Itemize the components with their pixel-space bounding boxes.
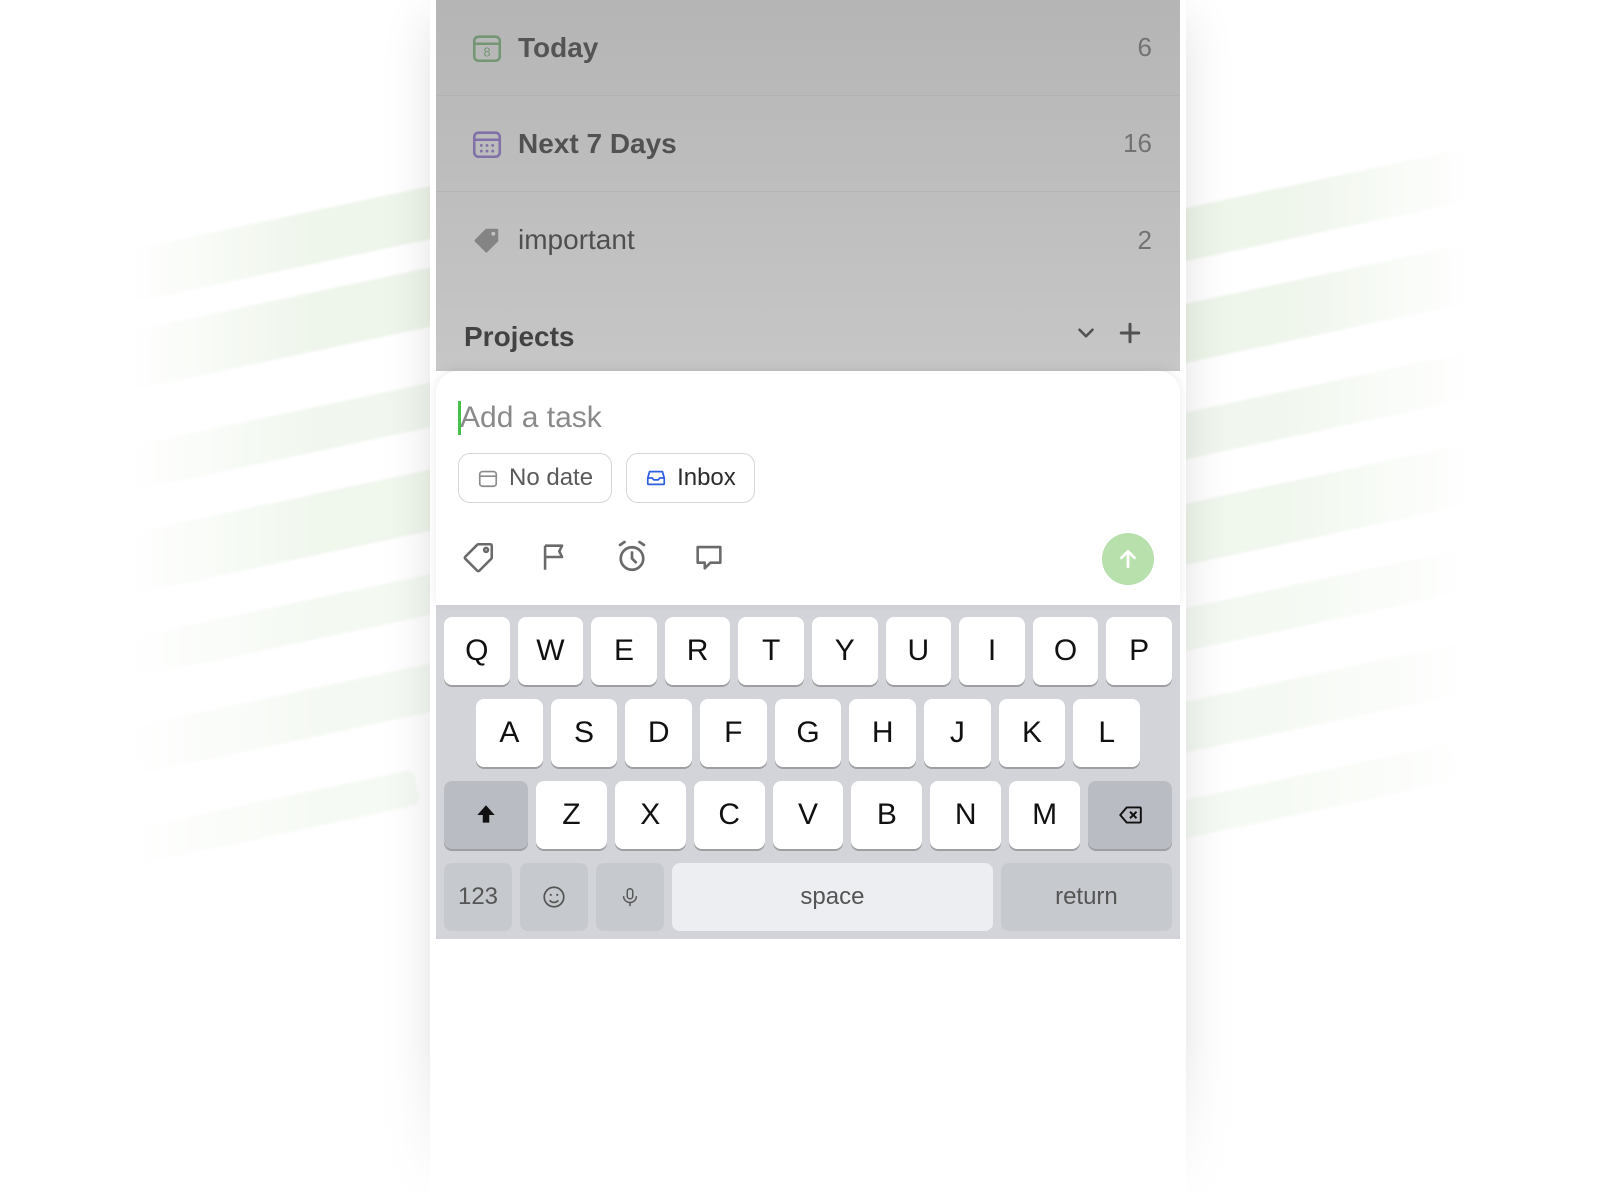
list-item-count: 6 [1138, 32, 1152, 63]
calendar-icon [477, 467, 499, 489]
key-y[interactable]: Y [812, 617, 878, 685]
due-date-chip[interactable]: No date [458, 453, 612, 503]
list-item-tag-important[interactable]: important 2 [436, 192, 1180, 288]
key-m[interactable]: M [1009, 781, 1080, 849]
key-v[interactable]: V [773, 781, 844, 849]
key-u[interactable]: U [886, 617, 952, 685]
space-key[interactable]: space [672, 863, 993, 931]
key-a[interactable]: A [476, 699, 543, 767]
key-t[interactable]: T [738, 617, 804, 685]
key-z[interactable]: Z [536, 781, 607, 849]
phone-frame: 8 Today 6 Next 7 Days 16 [436, 0, 1180, 1200]
key-r[interactable]: R [665, 617, 731, 685]
destination-list-chip[interactable]: Inbox [626, 453, 755, 503]
text-cursor [458, 401, 461, 435]
return-key[interactable]: return [1001, 863, 1172, 931]
key-n[interactable]: N [930, 781, 1001, 849]
list-item-next7days[interactable]: Next 7 Days 16 [436, 96, 1180, 192]
tag-button[interactable] [462, 540, 496, 579]
key-k[interactable]: K [999, 699, 1066, 767]
key-w[interactable]: W [518, 617, 584, 685]
destination-list-chip-label: Inbox [677, 464, 736, 492]
key-x[interactable]: X [615, 781, 686, 849]
key-c[interactable]: C [694, 781, 765, 849]
task-title-placeholder: Add a task [460, 401, 602, 434]
key-p[interactable]: P [1106, 617, 1172, 685]
list-item-label: Today [510, 32, 1138, 64]
backspace-key[interactable] [1088, 781, 1172, 849]
quick-add-task-sheet: Add a task No date Inbox [436, 371, 1180, 605]
reminder-alarm-button[interactable] [614, 539, 650, 580]
submit-task-button[interactable] [1102, 533, 1154, 585]
key-j[interactable]: J [924, 699, 991, 767]
smart-lists: 8 Today 6 Next 7 Days 16 [436, 0, 1180, 371]
chevron-down-icon[interactable] [1064, 320, 1108, 353]
key-i[interactable]: I [959, 617, 1025, 685]
section-header-label: Projects [464, 321, 1064, 353]
calendar-week-icon [464, 127, 510, 161]
emoji-keyboard-key[interactable] [520, 863, 588, 931]
key-o[interactable]: O [1033, 617, 1099, 685]
key-h[interactable]: H [849, 699, 916, 767]
numeric-keyboard-key[interactable]: 123 [444, 863, 512, 931]
key-q[interactable]: Q [444, 617, 510, 685]
list-item-label: important [510, 224, 1138, 256]
dictation-key[interactable] [596, 863, 664, 931]
list-item-count: 16 [1123, 128, 1152, 159]
shift-key[interactable] [444, 781, 528, 849]
section-header-projects[interactable]: Projects [436, 288, 1180, 371]
add-project-button[interactable] [1108, 318, 1152, 355]
key-l[interactable]: L [1073, 699, 1140, 767]
svg-text:8: 8 [483, 44, 490, 59]
priority-flag-button[interactable] [538, 540, 572, 579]
decorative-brush [120, 769, 421, 867]
inbox-icon [645, 467, 667, 489]
key-e[interactable]: E [591, 617, 657, 685]
key-f[interactable]: F [700, 699, 767, 767]
list-item-count: 2 [1138, 225, 1152, 256]
key-d[interactable]: D [625, 699, 692, 767]
key-s[interactable]: S [551, 699, 618, 767]
list-item-today[interactable]: 8 Today 6 [436, 0, 1180, 96]
due-date-chip-label: No date [509, 464, 593, 492]
calendar-today-icon: 8 [464, 31, 510, 65]
list-item-label: Next 7 Days [510, 128, 1123, 160]
key-b[interactable]: B [851, 781, 922, 849]
ios-keyboard: QWERTYUIOP ASDFGHJKL ZXCVBNM 123 space r… [436, 605, 1180, 939]
key-g[interactable]: G [775, 699, 842, 767]
task-title-input[interactable]: Add a task [458, 397, 1158, 453]
comment-button[interactable] [692, 540, 726, 579]
tag-icon [464, 225, 510, 255]
